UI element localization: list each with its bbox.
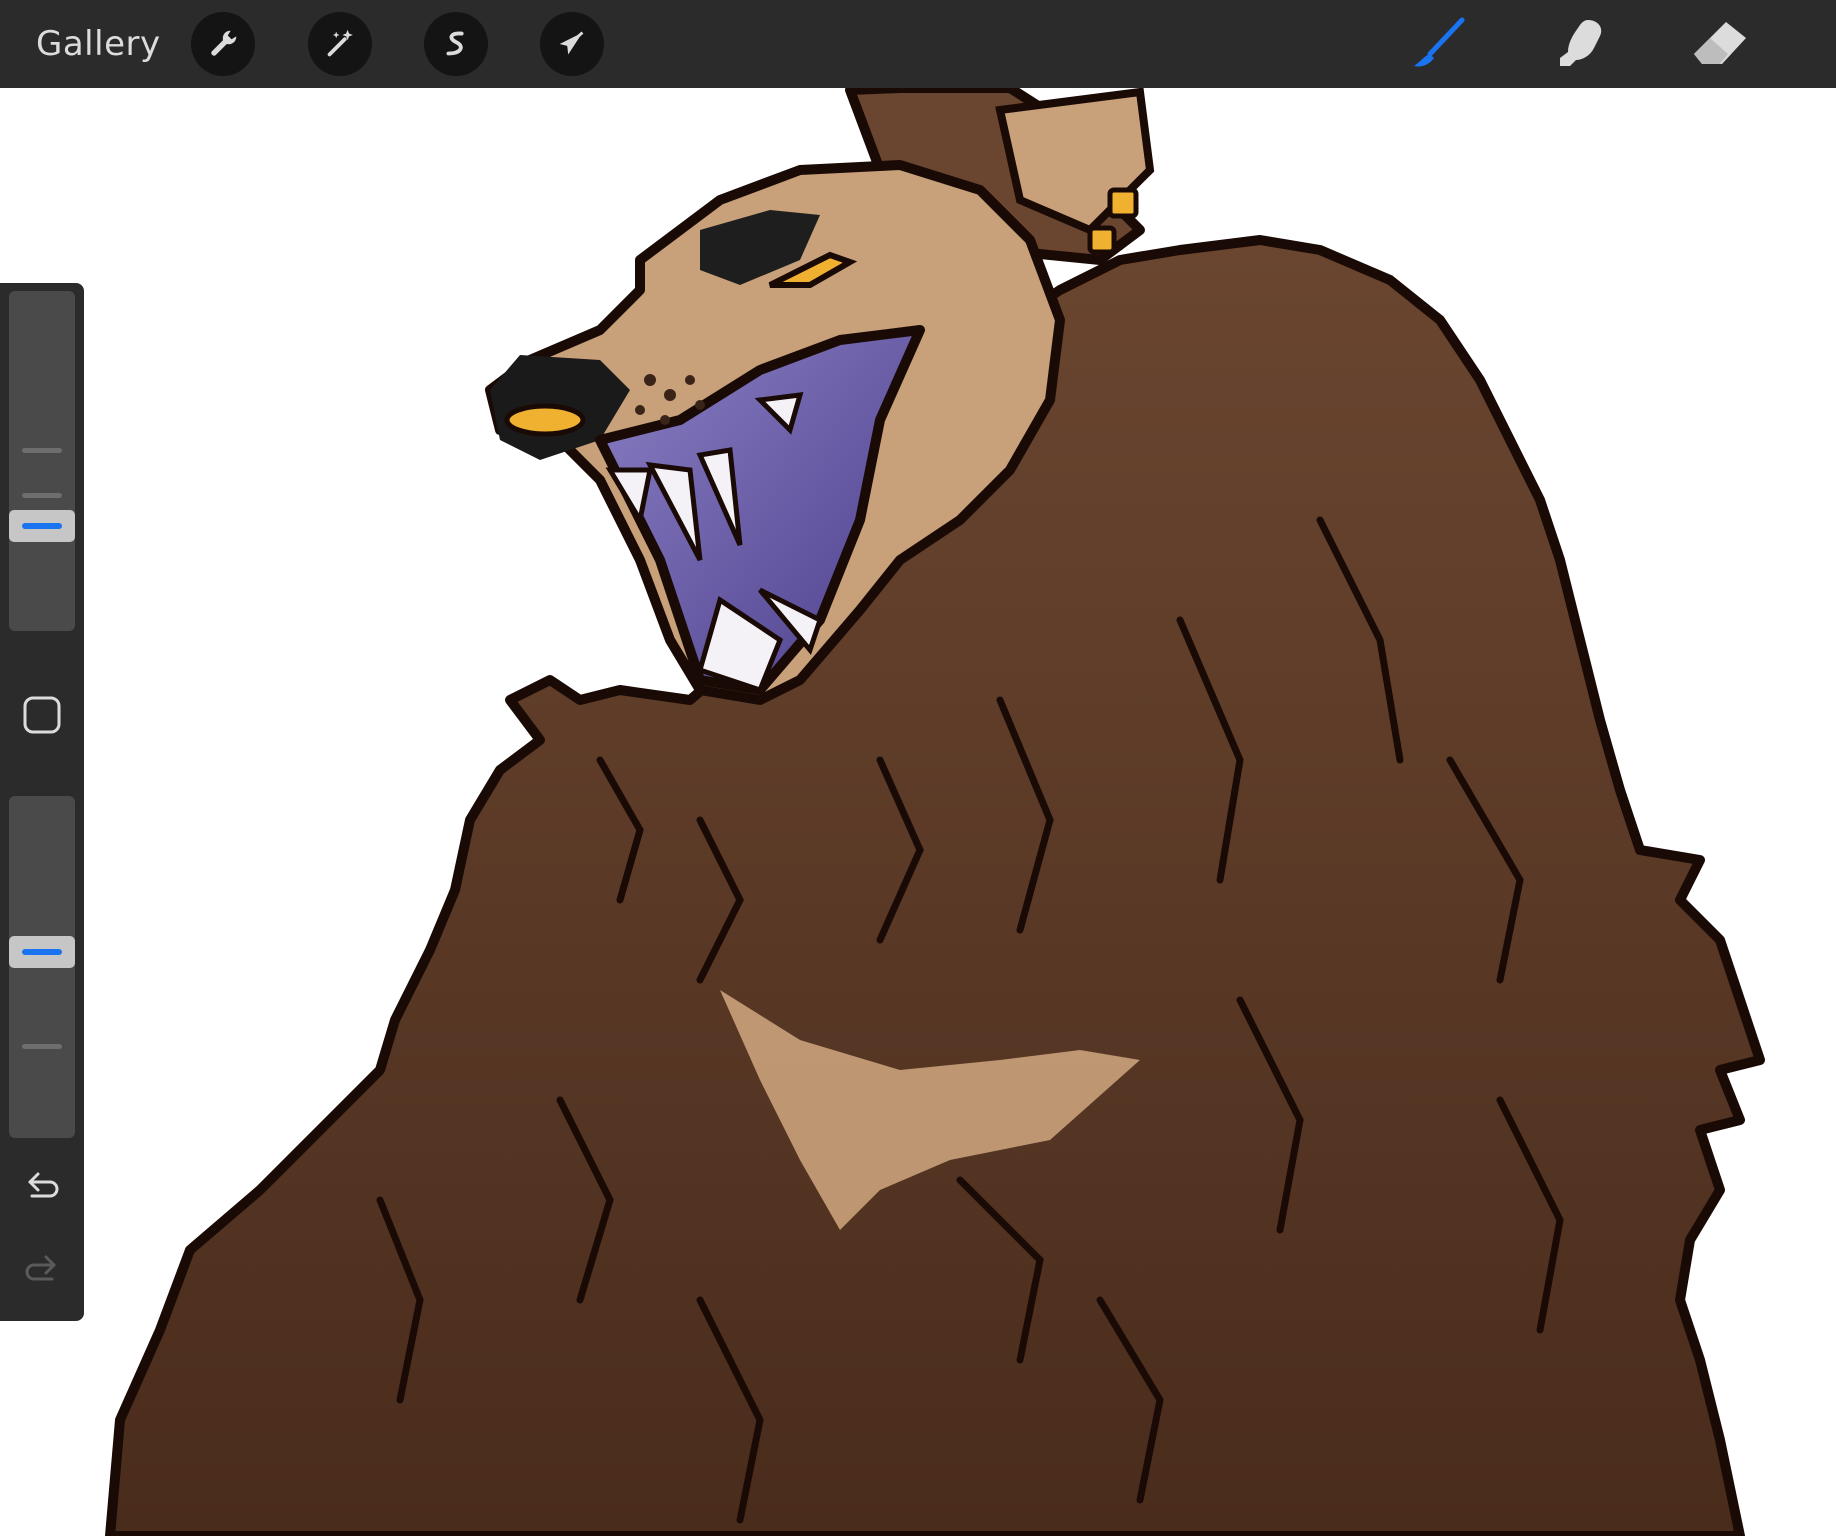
arrow-cursor-icon	[559, 31, 584, 55]
opacity-slider[interactable]	[9, 796, 75, 1138]
brush-icon	[1414, 17, 1465, 67]
brush-tool[interactable]	[1402, 12, 1478, 76]
drawing-canvas[interactable]	[0, 0, 1836, 1536]
selection-button[interactable]	[424, 12, 488, 76]
actions-button[interactable]	[191, 12, 255, 76]
earring-2	[1087, 225, 1117, 255]
selection-s-icon	[446, 31, 464, 56]
thumb-indicator	[22, 949, 62, 955]
top-toolbar: Gallery	[0, 0, 1836, 88]
transform-button[interactable]	[540, 12, 604, 76]
magic-wand-icon	[327, 29, 353, 57]
eraser-tool[interactable]	[1682, 12, 1758, 76]
brush-size-thumb[interactable]	[9, 510, 75, 542]
brush-size-slider[interactable]	[9, 291, 75, 631]
eraser-icon	[1694, 22, 1746, 64]
gallery-button[interactable]: Gallery	[36, 22, 161, 66]
wrench-icon	[211, 30, 237, 56]
slider-tick	[22, 1044, 62, 1049]
redo-icon	[25, 1255, 56, 1281]
redo-button[interactable]	[19, 1246, 65, 1292]
earring-1	[1107, 187, 1139, 219]
thumb-indicator	[22, 523, 62, 529]
smudge-tool[interactable]	[1542, 12, 1618, 76]
werewolf-artwork	[105, 83, 1765, 1536]
undo-icon	[28, 1172, 59, 1198]
opacity-thumb[interactable]	[9, 936, 75, 968]
nose-ring	[504, 403, 586, 437]
undo-button[interactable]	[19, 1163, 65, 1209]
modify-button[interactable]	[21, 694, 63, 736]
left-sidebar	[0, 283, 84, 1321]
smudge-finger-icon	[1560, 20, 1602, 66]
slider-tick	[22, 493, 62, 498]
slider-tick	[22, 448, 62, 453]
square-icon	[23, 696, 61, 734]
adjustments-button[interactable]	[308, 12, 372, 76]
